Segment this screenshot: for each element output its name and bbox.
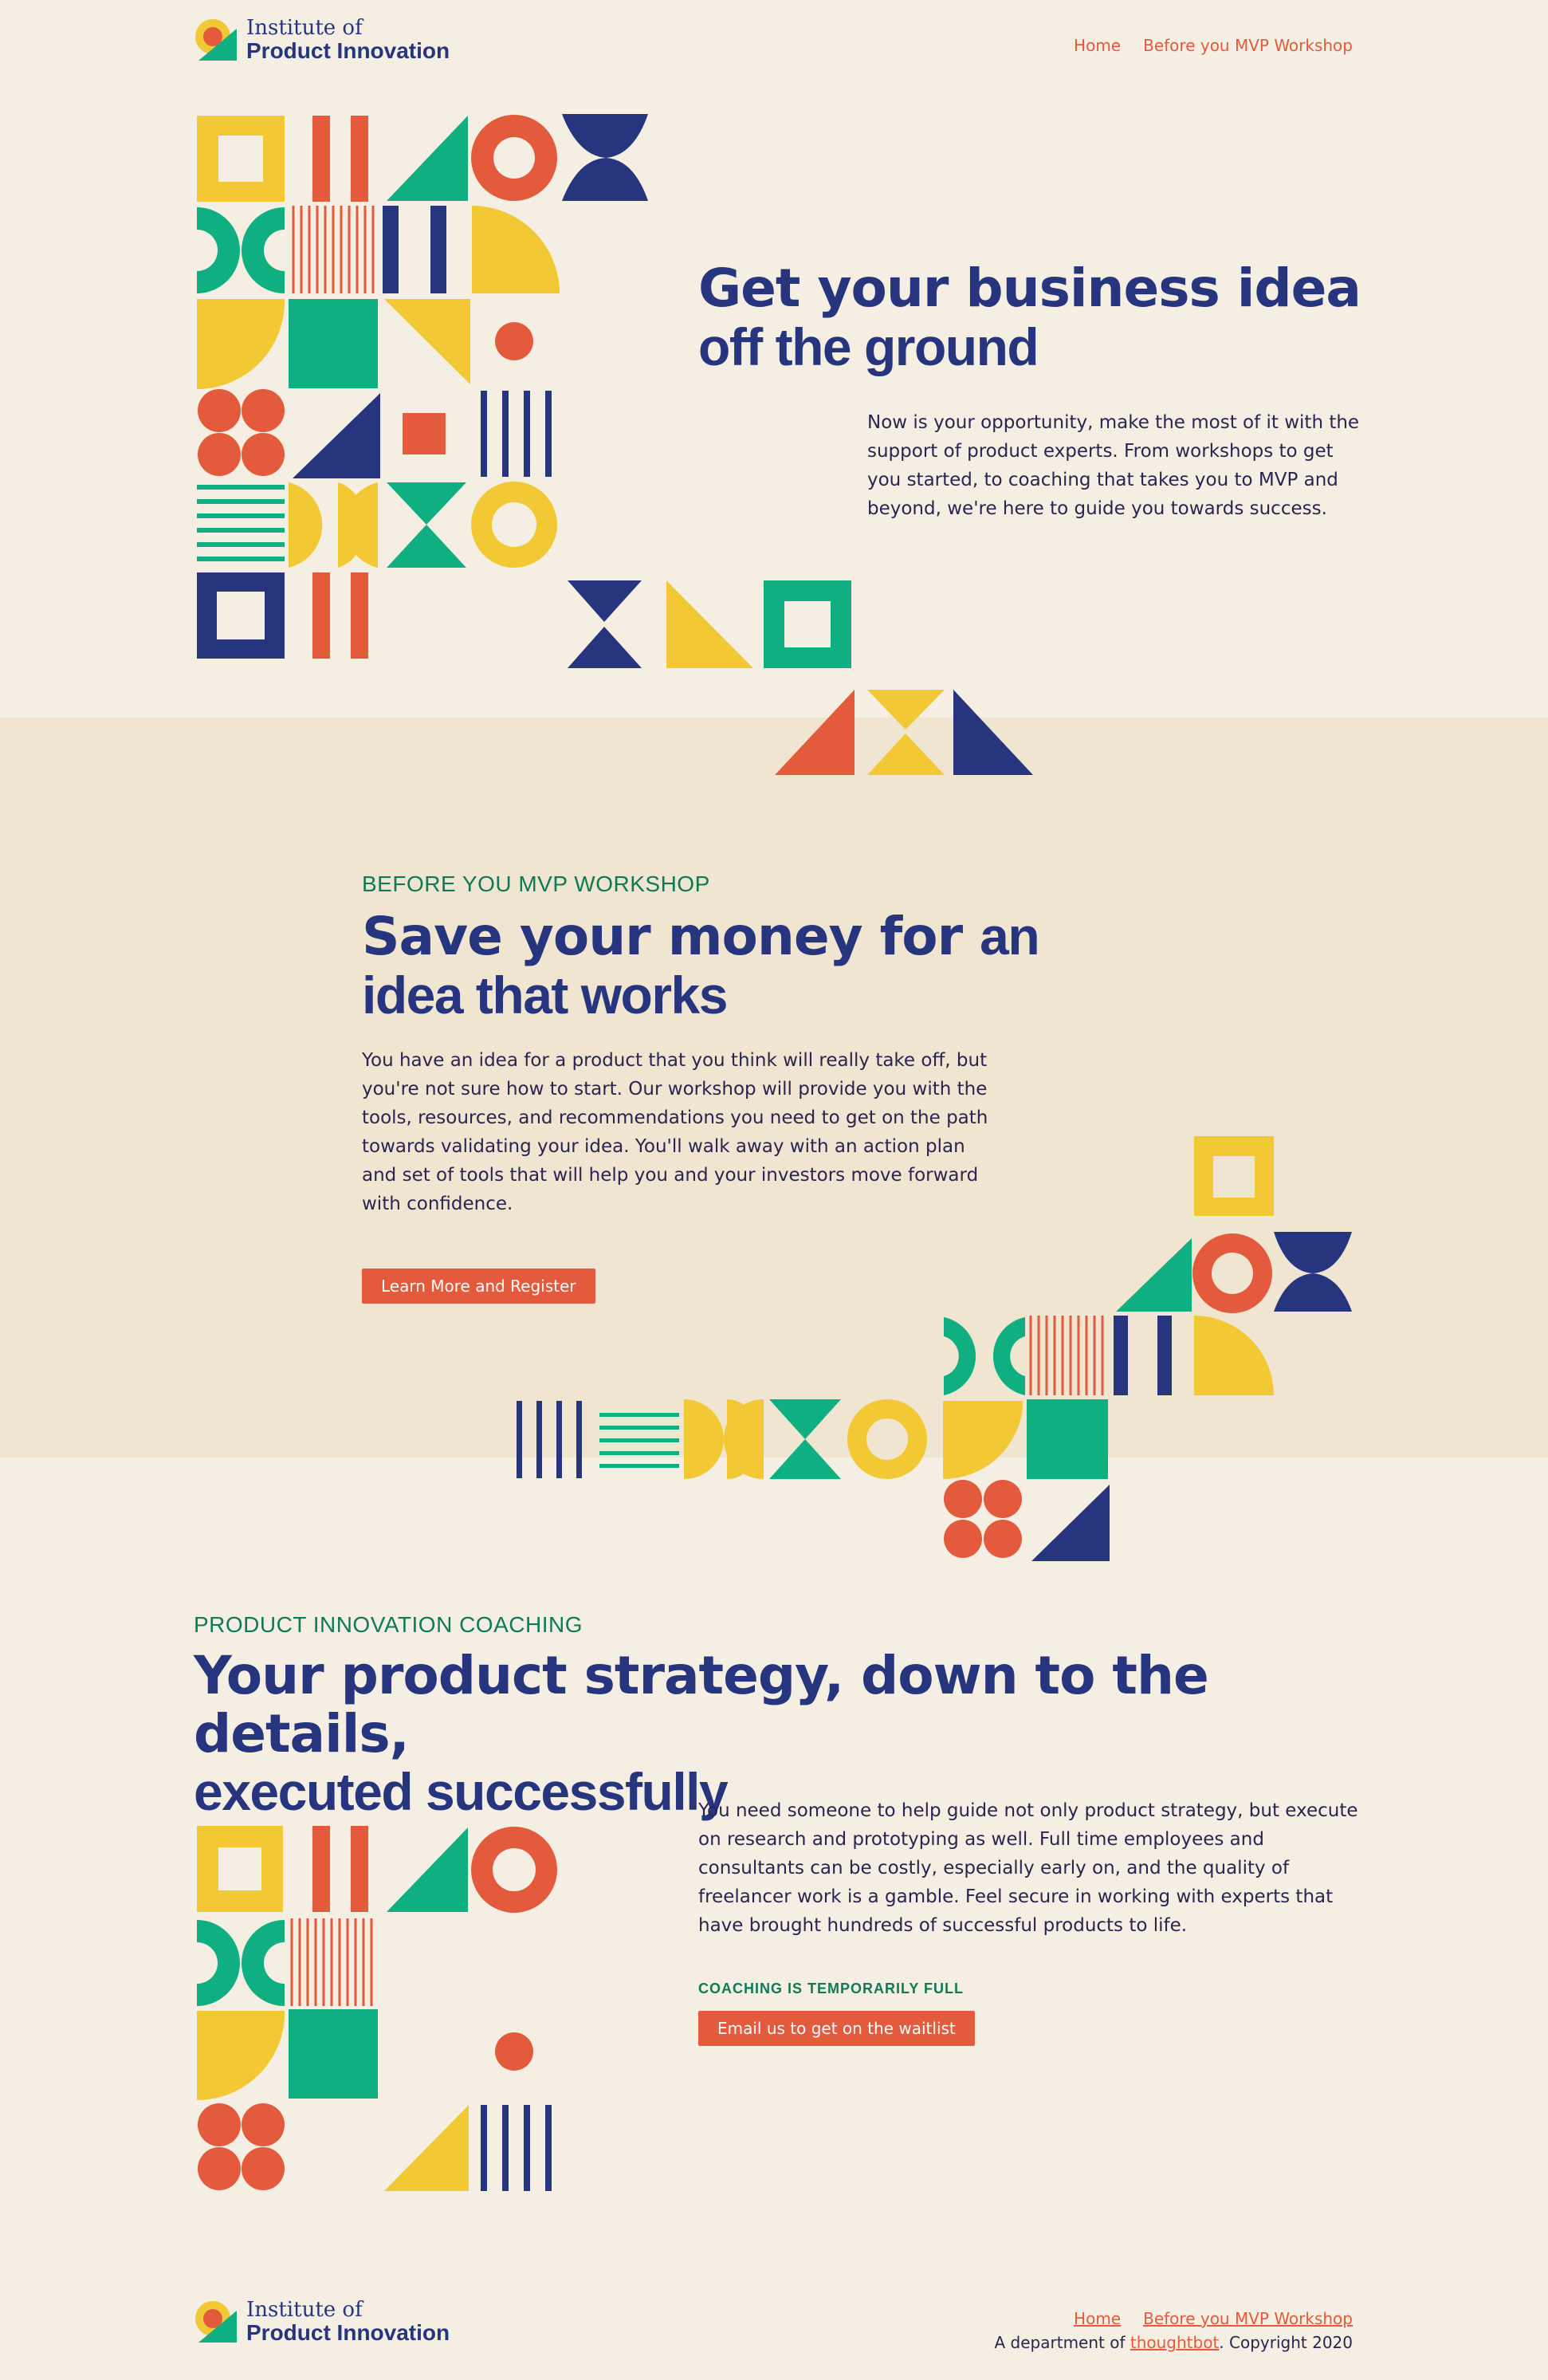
workshop-headline-bold-1: an bbox=[980, 907, 1040, 966]
footer-credit: A department of thoughtbot. Copyright 20… bbox=[995, 2333, 1353, 2352]
logo-mark-icon bbox=[195, 19, 237, 61]
coaching-headline: Your product strategy, down to the detai… bbox=[194, 1645, 1389, 1822]
half-ring-shape bbox=[197, 207, 240, 293]
footer-logo[interactable]: Institute of Product Innovation bbox=[194, 2299, 450, 2345]
hero-headline: Get your business idea off the ground bbox=[698, 258, 1416, 376]
footer-link-workshop[interactable]: Before you MVP Workshop bbox=[1143, 2309, 1353, 2328]
footer-credit-suffix: . Copyright 2020 bbox=[1219, 2333, 1353, 2352]
header-logo[interactable]: Institute of Product Innovation bbox=[194, 16, 450, 64]
logo-line1: Institute of bbox=[246, 16, 363, 40]
footer-logo-text: Institute of Product Innovation bbox=[246, 2298, 450, 2346]
coaching-eyebrow: PRODUCT INNOVATION COACHING bbox=[194, 1612, 583, 1637]
waitlist-button[interactable]: Email us to get on the waitlist bbox=[698, 2011, 975, 2046]
logo-text: Institute of Product Innovation bbox=[246, 16, 450, 64]
workshop-headline-regular: Save your money for bbox=[362, 906, 963, 967]
thoughtbot-link[interactable]: thoughtbot bbox=[1130, 2333, 1219, 2352]
footer-nav: Home Before you MVP Workshop bbox=[1074, 2309, 1353, 2328]
workshop-headline: Save your money for an idea that works bbox=[362, 907, 1079, 1025]
logo-line2: Product Innovation bbox=[246, 38, 450, 64]
learn-more-register-button[interactable]: Learn More and Register bbox=[362, 1269, 595, 1304]
coaching-shapes bbox=[197, 1826, 557, 2191]
footer-credit-prefix: A department of bbox=[994, 2333, 1130, 2352]
bowtie-shape bbox=[562, 114, 648, 201]
coaching-headline-regular: Your product strategy, down to the detai… bbox=[194, 1645, 1209, 1764]
triangle-shape bbox=[387, 116, 468, 201]
workshop-headline-bold-2: idea that works bbox=[362, 965, 728, 1025]
coaching-body: You need someone to help guide not only … bbox=[698, 1800, 1358, 1936]
footer-link-home[interactable]: Home bbox=[1074, 2309, 1121, 2328]
hero-body: Now is your opportunity, make the most o… bbox=[867, 412, 1360, 519]
footer-logo-mark-icon bbox=[195, 2301, 237, 2343]
nav-link-workshop[interactable]: Before you MVP Workshop bbox=[1143, 36, 1353, 55]
coaching-headline-bold: executed successfully bbox=[194, 1762, 729, 1822]
nav-link-home[interactable]: Home bbox=[1074, 36, 1121, 55]
coaching-status: COACHING IS TEMPORARILY FULL bbox=[698, 1981, 965, 1996]
hero-headline-regular: Get your business idea bbox=[698, 258, 1361, 319]
bar-shape bbox=[312, 116, 330, 202]
workshop-body: You have an idea for a product that you … bbox=[362, 1050, 988, 1214]
footer-logo-line1: Institute of bbox=[246, 2298, 363, 2322]
workshop-eyebrow: BEFORE YOU MVP WORKSHOP bbox=[362, 871, 710, 896]
quarter-circle-shape bbox=[472, 206, 560, 293]
header-nav: Home Before you MVP Workshop bbox=[1074, 36, 1353, 55]
footer-logo-line2: Product Innovation bbox=[246, 2320, 450, 2346]
hero-headline-bold: off the ground bbox=[698, 317, 1039, 376]
